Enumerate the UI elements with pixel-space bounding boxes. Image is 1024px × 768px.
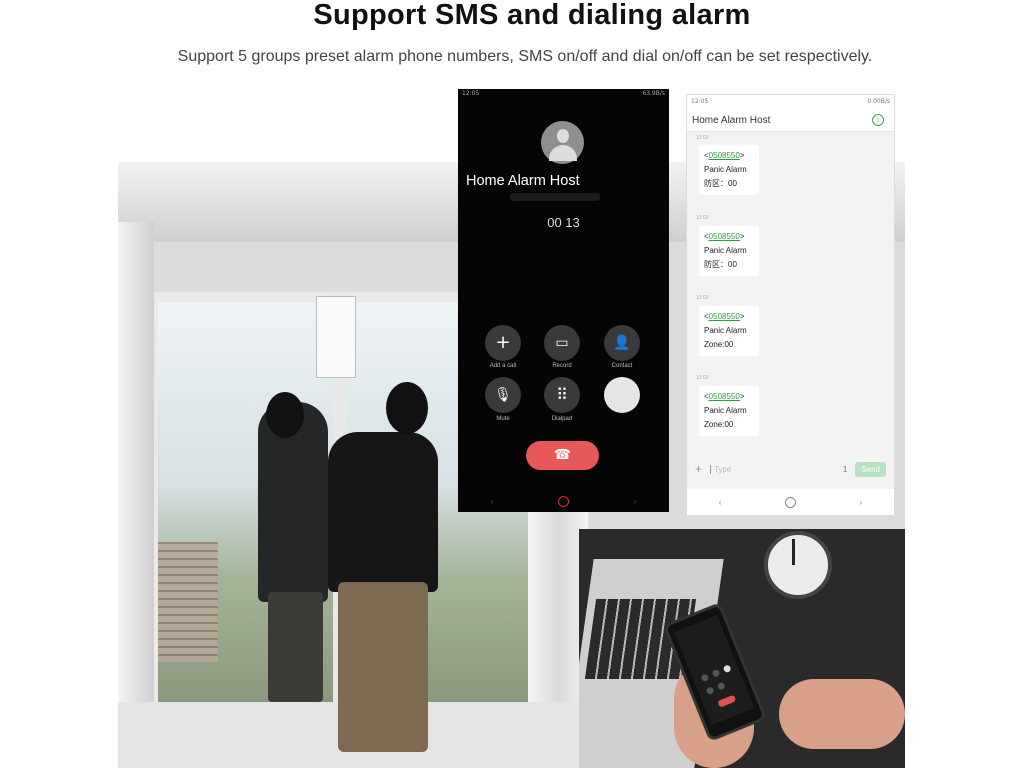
call-status-bar: 12:05 63.9B/s bbox=[458, 89, 669, 99]
send-button[interactable]: Send bbox=[855, 461, 886, 477]
message-line-2: Zone:00 bbox=[704, 340, 734, 349]
message-time: 12:03 bbox=[696, 375, 709, 381]
message-line-1: Panic Alarm bbox=[704, 165, 747, 174]
dialpad-label: Dialpad bbox=[551, 416, 573, 422]
message-bubble[interactable]: <0508550> Panic Alarm Zone:00 bbox=[699, 386, 759, 436]
message-number[interactable]: <0508550> bbox=[704, 230, 754, 244]
intruder-2-head bbox=[386, 382, 428, 434]
message-bubble[interactable]: <0508550> Panic Alarm 防区：00 bbox=[699, 226, 759, 276]
add-call-label: Add a call bbox=[489, 363, 517, 369]
message-input[interactable]: Type bbox=[710, 464, 835, 474]
message-line-1: Panic Alarm bbox=[704, 326, 747, 335]
status-time: 12:05 bbox=[462, 90, 480, 97]
wall-clock bbox=[764, 531, 832, 599]
mini-dot bbox=[711, 668, 721, 678]
message-bubble[interactable]: <0508550> Panic Alarm Zone:00 bbox=[699, 306, 759, 356]
caller-number-redacted bbox=[510, 193, 600, 201]
call-screen: 12:05 63.9B/s Home Alarm Host 00 13 + Ad… bbox=[458, 89, 669, 512]
dialpad-button[interactable]: ⠿ bbox=[544, 377, 580, 413]
mini-hangup bbox=[717, 694, 737, 708]
call-nav-bar: ‹ › bbox=[458, 490, 669, 512]
nav-back-icon[interactable]: ‹ bbox=[719, 498, 722, 507]
page-title: Support SMS and dialing alarm bbox=[313, 0, 751, 31]
intruder-1-head bbox=[266, 392, 304, 438]
clock-hand bbox=[792, 539, 795, 565]
mini-dot bbox=[705, 686, 715, 696]
message-number[interactable]: <0508550> bbox=[704, 149, 754, 163]
info-icon[interactable]: i bbox=[872, 114, 884, 126]
sim-select-icon[interactable]: 1 bbox=[843, 465, 847, 474]
record-label: Record bbox=[552, 363, 572, 369]
avatar bbox=[541, 121, 584, 164]
message-time: 12:03 bbox=[696, 215, 709, 221]
sms-screen: 12:05 0.00B/s Home Alarm Host i 12:03 <0… bbox=[686, 94, 895, 516]
contact-label: Contact bbox=[611, 363, 633, 369]
contact-button[interactable]: 👤 bbox=[604, 325, 640, 361]
call-timer: 00 13 bbox=[547, 215, 580, 230]
nav-back-icon[interactable]: ‹ bbox=[490, 497, 493, 506]
message-number[interactable]: <0508550> bbox=[704, 390, 754, 404]
nav-recent-icon[interactable]: › bbox=[860, 498, 863, 507]
message-line-2: Zone:00 bbox=[704, 420, 734, 429]
mini-dot bbox=[700, 673, 710, 683]
speaker-button[interactable] bbox=[604, 377, 640, 413]
message-time: 12:03 bbox=[696, 135, 709, 141]
sms-nav-bar: ‹ › bbox=[687, 489, 894, 515]
mute-button[interactable]: 🎙 bbox=[485, 377, 521, 413]
sms-status-bar: 12:05 0.00B/s bbox=[687, 95, 894, 109]
avatar-body bbox=[549, 145, 577, 161]
sms-compose-bar: + Type 1 Send bbox=[687, 455, 894, 483]
message-number[interactable]: <0508550> bbox=[704, 310, 754, 324]
intruder-2-legs bbox=[338, 582, 428, 752]
mini-dot bbox=[716, 681, 726, 691]
attach-plus-icon[interactable]: + bbox=[695, 462, 702, 476]
avatar-head bbox=[557, 129, 569, 143]
hand-phone-photo bbox=[579, 529, 905, 768]
sms-contact-title: Home Alarm Host bbox=[692, 114, 771, 126]
status-speed: 63.9B/s bbox=[642, 90, 665, 97]
mute-label: Mute bbox=[496, 416, 510, 422]
message-line-1: Panic Alarm bbox=[704, 246, 747, 255]
sms-status-time: 12:05 bbox=[691, 98, 709, 105]
intruder-2 bbox=[328, 432, 438, 592]
nav-home-icon[interactable] bbox=[784, 496, 796, 508]
message-line-2: 防区：00 bbox=[704, 260, 737, 269]
hangup-button[interactable]: ☎ bbox=[526, 441, 599, 470]
door-sensor bbox=[316, 296, 356, 378]
sms-header: Home Alarm Host i bbox=[687, 109, 894, 132]
nav-home-icon[interactable] bbox=[557, 495, 569, 507]
page-subtitle: Support 5 groups preset alarm phone numb… bbox=[177, 48, 873, 65]
message-bubble[interactable]: <0508550> Panic Alarm 防区：00 bbox=[699, 145, 759, 195]
mini-dot bbox=[722, 664, 732, 674]
hand-right bbox=[779, 679, 905, 749]
record-button[interactable]: ▭ bbox=[544, 325, 580, 361]
intruder-1-legs bbox=[268, 592, 323, 702]
caller-name: Home Alarm Host bbox=[466, 173, 580, 189]
window-shade bbox=[118, 222, 154, 768]
add-call-button[interactable]: + bbox=[485, 325, 521, 361]
nav-recent-icon[interactable]: › bbox=[634, 497, 637, 506]
message-time: 12:03 bbox=[696, 295, 709, 301]
sms-status-speed: 0.00B/s bbox=[867, 98, 890, 105]
garden-chair bbox=[158, 542, 218, 662]
message-line-1: Panic Alarm bbox=[704, 406, 747, 415]
message-line-2: 防区：00 bbox=[704, 179, 737, 188]
